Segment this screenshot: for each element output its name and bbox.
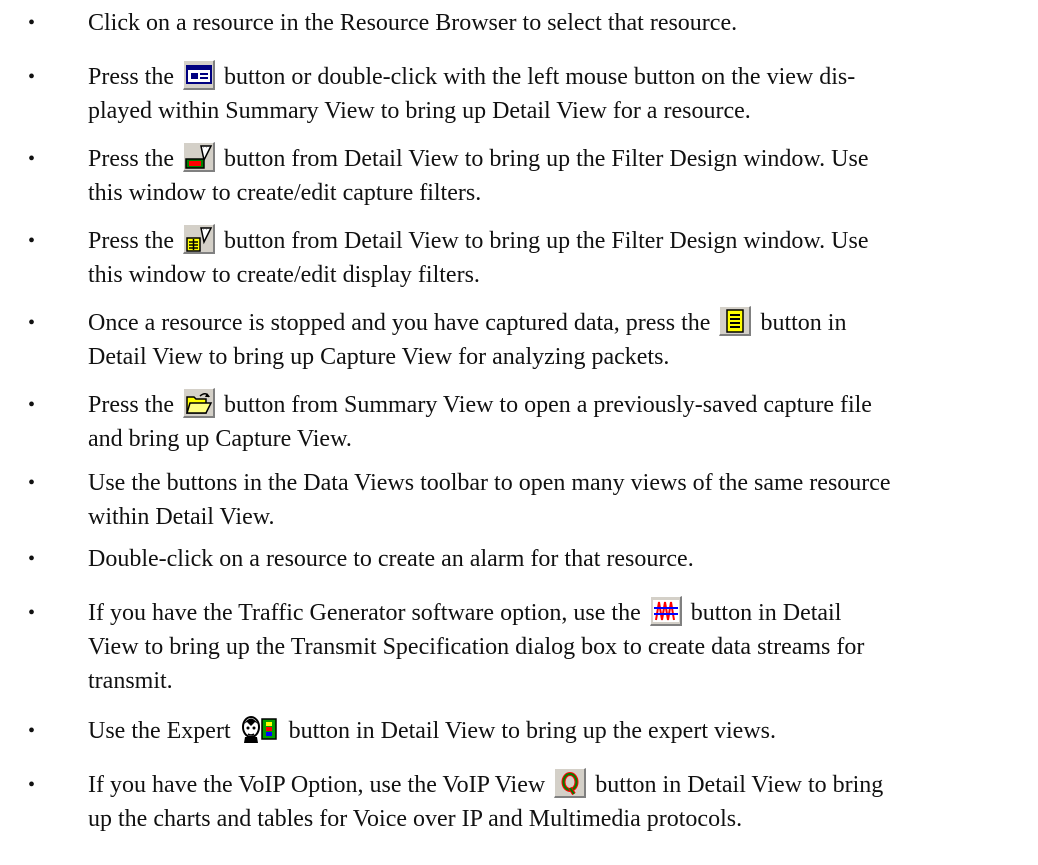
bullet: •	[28, 774, 36, 796]
capture-filter-icon	[183, 142, 215, 173]
bullet: •	[28, 472, 36, 494]
bullet: •	[28, 66, 36, 88]
bullet: •	[28, 12, 36, 34]
capture-view-icon	[719, 306, 752, 337]
open-folder-icon	[183, 388, 215, 419]
expert-icon	[239, 714, 280, 745]
traffic-generator-icon	[649, 596, 682, 627]
bullet: •	[28, 548, 36, 570]
voip-view-icon	[554, 768, 587, 799]
bullet: •	[28, 720, 36, 742]
bullet: •	[28, 230, 36, 252]
document-page: • Click on a resource in the Resource Br…	[0, 0, 1038, 865]
display-filter-icon	[183, 224, 215, 255]
bullet: •	[28, 394, 36, 416]
bullet: •	[28, 148, 36, 170]
bullet: •	[28, 312, 36, 334]
detail-view-icon	[183, 60, 215, 91]
bullet: •	[28, 602, 36, 624]
